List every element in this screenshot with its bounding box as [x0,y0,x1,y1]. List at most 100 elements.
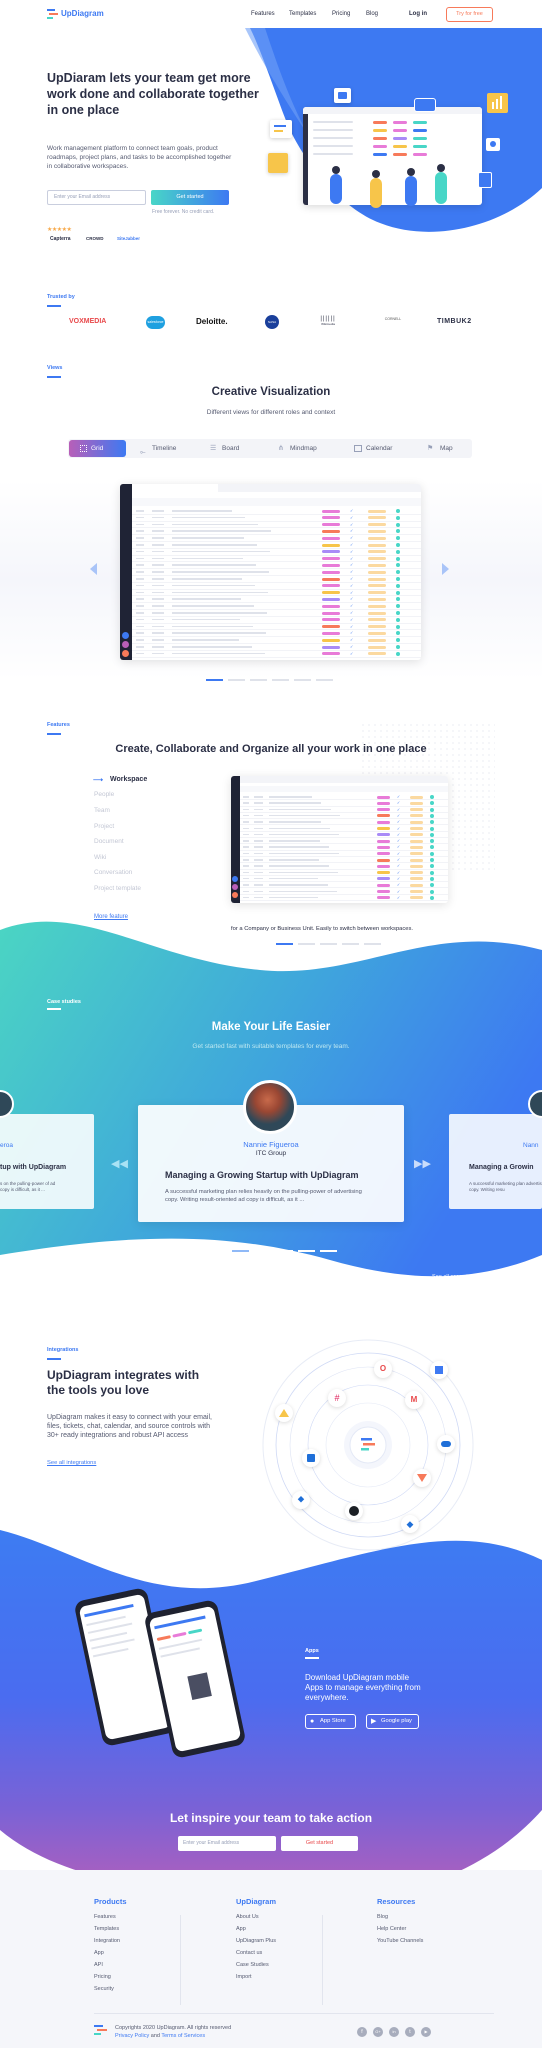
mock-row: ✓ [132,630,421,638]
mock-row: ✓ [132,522,421,529]
google-play-label: Google play [381,1718,412,1724]
brand-name[interactable]: UpDiagram [61,9,104,18]
workspace-rows: ✓ ✓ ✓ ✓ ✓ ✓ ✓ ✓ ✓ ✓ ✓ ✓ ✓ ✓ ✓ ✓ ✓ [240,794,448,902]
feature-item-people[interactable]: People [94,791,114,798]
footer-link-app[interactable]: App [94,1950,174,1962]
social-youtube-icon[interactable]: ▶ [421,2027,431,2037]
case-name: Nannie Figueroa [243,1140,299,1149]
footer-link-security[interactable]: Security [94,1986,174,1998]
views-subtitle: Different views for different roles and … [206,409,336,416]
board-icon: ☰ [210,445,217,452]
brand-logo-icon[interactable] [47,9,58,20]
inspire-get-started-button[interactable]: Get started [281,1836,358,1851]
floating-chart-icon [487,93,508,113]
views-underline [47,376,61,378]
footer-link-blog[interactable]: Blog [377,1914,457,1926]
carousel-next-icon[interactable] [442,563,449,575]
calendar-icon [354,445,362,452]
logo-salesforce-text: salesforce [147,320,164,324]
mock-row: ✓ [132,528,421,536]
feature-item-project-template[interactable]: Project template [94,885,141,892]
inspire-email-input[interactable]: Enter your Email address [178,1836,276,1851]
social-facebook-icon[interactable]: f [357,2027,367,2037]
tab-timeline[interactable]: ⟜ Timeline [138,440,194,457]
social-linkedin-icon[interactable]: in [389,2027,399,2037]
case-right-heading: Managing a Growin [469,1164,534,1171]
nav-link-pricing[interactable]: Pricing [332,11,350,17]
case-company: ITC Group [255,1150,287,1157]
apps-desc: Download UpDiagram mobile Apps to manage… [305,1673,421,1702]
see-all-case-studies-link[interactable]: See all case studies [432,1274,481,1280]
feature-item-team[interactable]: Team [94,807,110,814]
case-right-name: Nann [523,1142,539,1149]
terms-link[interactable]: Terms of Services [161,2033,205,2039]
floating-list-icon [270,120,292,138]
mock-row: ✓ [132,515,421,522]
footer-link-help[interactable]: Help Center [377,1926,457,1938]
case-next-icon[interactable]: ▶▶ [414,1157,431,1170]
case-prev-icon[interactable]: ◀◀ [111,1157,128,1170]
integrations-desc: UpDiagram makes it easy to connect with … [47,1414,212,1439]
see-all-integrations-link[interactable]: See all integrations [47,1460,96,1466]
footer-link-case-studies[interactable]: Case Studies [236,1962,316,1974]
case-carousel-dots [210,1250,340,1253]
footer-link-about[interactable]: About Us [236,1914,316,1926]
trusted-underline [47,305,61,307]
legal-and: and [149,2033,162,2039]
tab-mindmap[interactable]: ⋔ Mindmap [276,440,334,457]
mock-row: ✓ [132,569,421,576]
case-studies-title: Make Your Life Easier [211,1021,331,1033]
footer-link-pricing[interactable]: Pricing [94,1974,174,1986]
inspire-email-placeholder: Enter your Email address [183,1840,240,1846]
tab-calendar-label: Calendar [366,445,393,452]
footer-link-youtube[interactable]: YouTube Channels [377,1938,457,1950]
feature-item-workspace[interactable]: ⟶ Workspace [93,776,148,784]
footer-link-api[interactable]: API [94,1962,174,1974]
app-store-button[interactable]: ● App Store [305,1714,356,1729]
features-underline [47,733,61,735]
views-label: Views [47,365,63,371]
hero-email-input[interactable]: Enter your Email address [47,190,146,205]
carousel-dots [206,679,336,682]
feature-item-conversation[interactable]: Conversation [94,869,132,876]
top-nav: UpDiagram Features Templates Pricing Blo… [0,0,542,30]
login-link[interactable]: Log in [409,11,427,17]
hero-get-started-button[interactable]: Get started [151,190,229,205]
feature-item-project[interactable]: Project [94,823,114,830]
grid-view-rows: ✓ ✓ ✓ ✓ ✓ ✓ ✓ ✓ ✓ ✓ ✓ ✓ ✓ ✓ ✓ ✓ ✓ ✓ ✓ ✓ ✓ ✓ [132,508,421,658]
case-right-text: A successful marketing plan advertising … [469,1181,542,1192]
footer-link-templates[interactable]: Templates [94,1926,174,1938]
feature-item-workspace-label: Workspace [110,776,148,783]
social-google-glyph: G+ [375,2029,381,2034]
footer-link-integration[interactable]: Integration [94,1938,174,1950]
footer-link-features[interactable]: Features [94,1914,174,1926]
privacy-policy-link[interactable]: Privacy Policy [115,2033,149,2039]
tab-grid[interactable]: Grid [69,440,126,457]
try-free-button[interactable]: Try for free [446,7,493,22]
nav-link-blog[interactable]: Blog [366,11,378,17]
footer-col-products: Products Features Templates Integration … [94,1897,174,1998]
tab-map[interactable]: ⚑ Map [425,440,469,457]
case-left-name: eroa [0,1142,14,1149]
feature-item-wiki[interactable]: Wiki [94,854,106,861]
social-twitter-icon[interactable]: t [405,2027,415,2037]
footer-link-app-2[interactable]: App [236,1926,316,1938]
footer-link-plus[interactable]: UpDiagram Plus [236,1938,316,1950]
tab-board[interactable]: ☰ Board [208,440,258,457]
footer-separator [94,2013,494,2014]
footer-link-contact[interactable]: Contact us [236,1950,316,1962]
floating-user-icon [486,138,500,151]
nav-link-features[interactable]: Features [251,11,275,17]
mock-row: ✓ [132,603,421,610]
floating-note-icon [268,153,288,173]
tab-calendar[interactable]: Calendar [352,440,410,457]
carousel-prev-icon[interactable] [90,563,97,575]
social-google-icon[interactable]: G+ [373,2027,383,2037]
logo-cornell: CORNELL [376,317,410,321]
footer-link-import[interactable]: Import [236,1974,316,1986]
nav-link-templates[interactable]: Templates [289,11,316,17]
grid-view-screenshot: ✓ ✓ ✓ ✓ ✓ ✓ ✓ ✓ ✓ ✓ ✓ ✓ ✓ ✓ ✓ ✓ ✓ ✓ ✓ ✓ ✓ ✓ [120,484,421,660]
mock-row: ✓ [132,617,421,624]
google-play-button[interactable]: ▶ Google play [366,1714,419,1729]
feature-item-document[interactable]: Document [94,838,124,845]
